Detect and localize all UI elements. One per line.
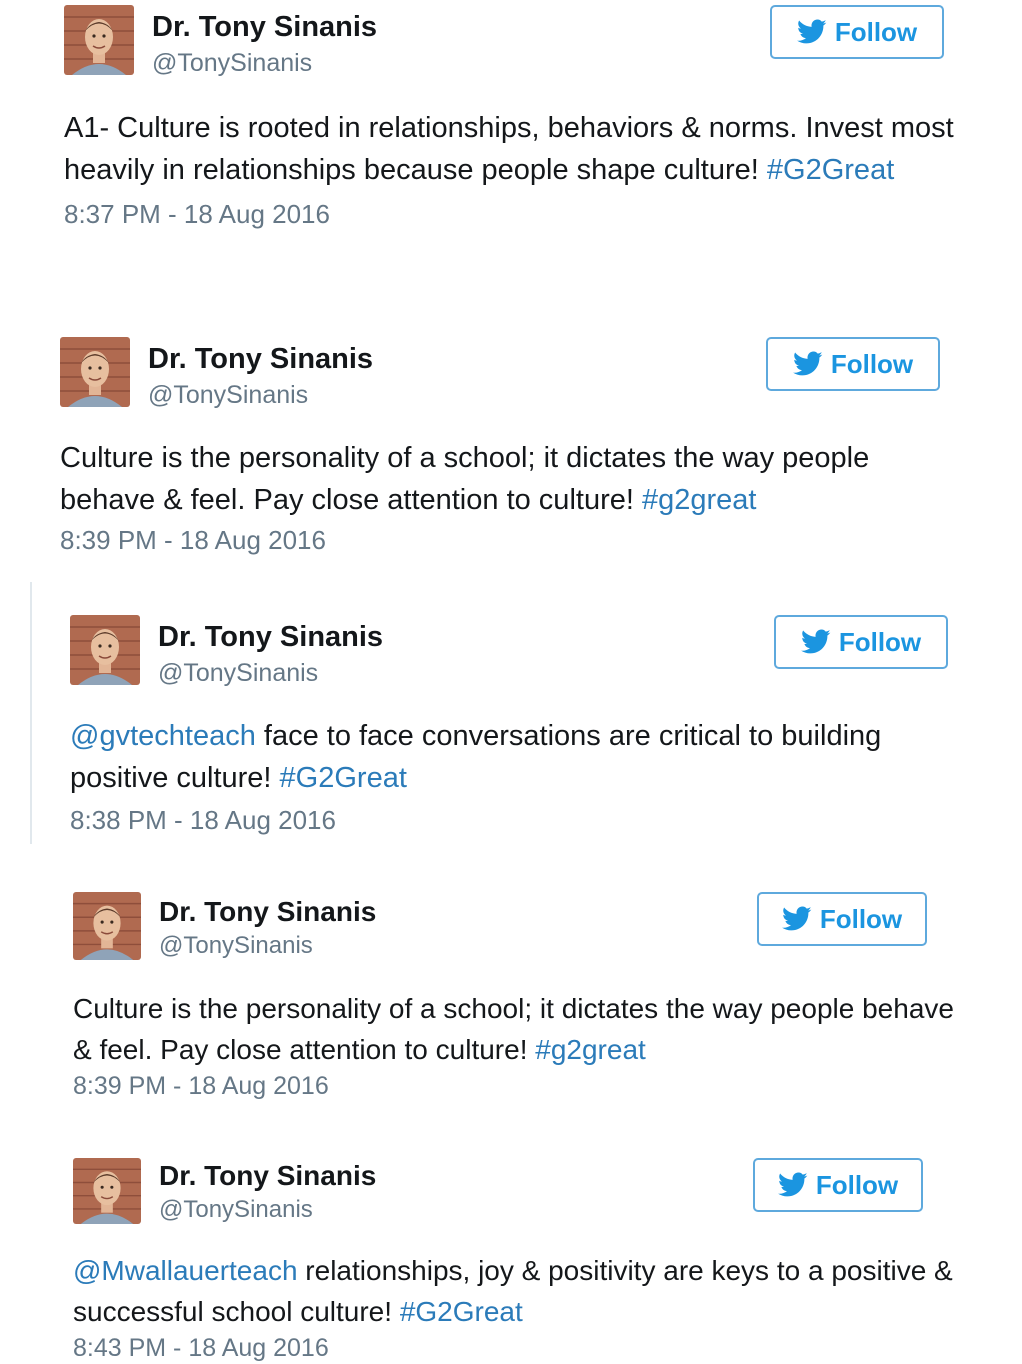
tweet-timestamp[interactable]: 8:39 PM - 18 Aug 2016	[60, 525, 960, 556]
tweet-card: Dr. Tony Sinanis @TonySinanis Follow Cul…	[60, 337, 960, 556]
tweet-header: Dr. Tony Sinanis @TonySinanis Follow	[73, 1158, 973, 1230]
follow-label: Follow	[819, 903, 903, 934]
tweet-timestamp[interactable]: 8:43 PM - 18 Aug 2016	[73, 1334, 973, 1363]
twitter-bird-icon	[792, 351, 823, 377]
avatar[interactable]	[60, 337, 130, 407]
tweet-text: A1- Culture is rooted in relationships, …	[64, 107, 964, 191]
user-handle[interactable]: @TonySinanis	[158, 659, 318, 688]
tweet-timestamp[interactable]: 8:37 PM - 18 Aug 2016	[64, 199, 964, 230]
tweet-header: Dr. Tony Sinanis @TonySinanis Follow	[60, 337, 960, 409]
follow-label: Follow	[830, 348, 914, 379]
user-handle[interactable]: @TonySinanis	[159, 932, 313, 960]
tweet-header: Dr. Tony Sinanis @TonySinanis Follow	[73, 892, 973, 964]
follow-button[interactable]: Follow	[770, 5, 944, 59]
user-handle[interactable]: @TonySinanis	[148, 381, 308, 410]
follow-label: Follow	[815, 1169, 899, 1200]
avatar[interactable]	[70, 615, 140, 685]
tweet-card: Dr. Tony Sinanis @TonySinanis Follow @Mw…	[73, 1158, 973, 1363]
hashtag-link[interactable]: #g2great	[642, 484, 757, 516]
twitter-bird-icon	[796, 19, 827, 45]
display-name[interactable]: Dr. Tony Sinanis	[158, 621, 383, 654]
follow-button[interactable]: Follow	[774, 615, 948, 669]
hashtag-link[interactable]: #G2Great	[280, 762, 407, 794]
display-name[interactable]: Dr. Tony Sinanis	[152, 11, 377, 44]
tweet-header: Dr. Tony Sinanis @TonySinanis Follow	[70, 615, 960, 687]
avatar[interactable]	[64, 5, 134, 75]
hashtag-link[interactable]: #G2Great	[400, 1296, 523, 1327]
tweet-card: Dr. Tony Sinanis @TonySinanis Follow Cul…	[73, 892, 973, 1101]
avatar[interactable]	[73, 892, 141, 960]
display-name[interactable]: Dr. Tony Sinanis	[159, 896, 376, 928]
follow-button[interactable]: Follow	[757, 892, 927, 946]
user-handle[interactable]: @TonySinanis	[159, 1196, 313, 1224]
follow-label: Follow	[834, 16, 918, 47]
mention-link[interactable]: @Mwallauerteach	[73, 1255, 298, 1286]
tweet-text: Culture is the personality of a school; …	[73, 988, 973, 1070]
tweet-text: Culture is the personality of a school; …	[60, 437, 960, 521]
quoted-tweet-content: Dr. Tony Sinanis @TonySinanis Follow @gv…	[70, 615, 960, 836]
avatar[interactable]	[73, 1158, 141, 1224]
tweet-feed: Dr. Tony Sinanis @TonySinanis Follow A1-…	[0, 0, 1022, 1364]
twitter-bird-icon	[777, 1172, 808, 1198]
tweet-header: Dr. Tony Sinanis @TonySinanis Follow	[64, 5, 964, 77]
tweet-timestamp[interactable]: 8:39 PM - 18 Aug 2016	[73, 1072, 973, 1101]
twitter-bird-icon	[800, 629, 831, 655]
twitter-bird-icon	[781, 906, 812, 932]
tweet-text: @gvtechteach face to face conversations …	[70, 715, 960, 799]
tweet-card: Dr. Tony Sinanis @TonySinanis Follow A1-…	[64, 5, 964, 230]
follow-button[interactable]: Follow	[766, 337, 940, 391]
display-name[interactable]: Dr. Tony Sinanis	[148, 343, 373, 376]
mention-link[interactable]: @gvtechteach	[70, 720, 256, 752]
tweet-body: Culture is the personality of a school; …	[73, 993, 954, 1065]
hashtag-link[interactable]: #g2great	[535, 1034, 646, 1065]
tweet-timestamp[interactable]: 8:38 PM - 18 Aug 2016	[70, 805, 960, 836]
display-name[interactable]: Dr. Tony Sinanis	[159, 1160, 376, 1192]
user-handle[interactable]: @TonySinanis	[152, 49, 312, 78]
quoted-tweet-card: Dr. Tony Sinanis @TonySinanis Follow @gv…	[30, 582, 962, 844]
tweet-text: @Mwallauerteach relationships, joy & pos…	[73, 1250, 973, 1332]
follow-button[interactable]: Follow	[753, 1158, 923, 1212]
hashtag-link[interactable]: #G2Great	[767, 154, 894, 186]
follow-label: Follow	[838, 626, 922, 657]
